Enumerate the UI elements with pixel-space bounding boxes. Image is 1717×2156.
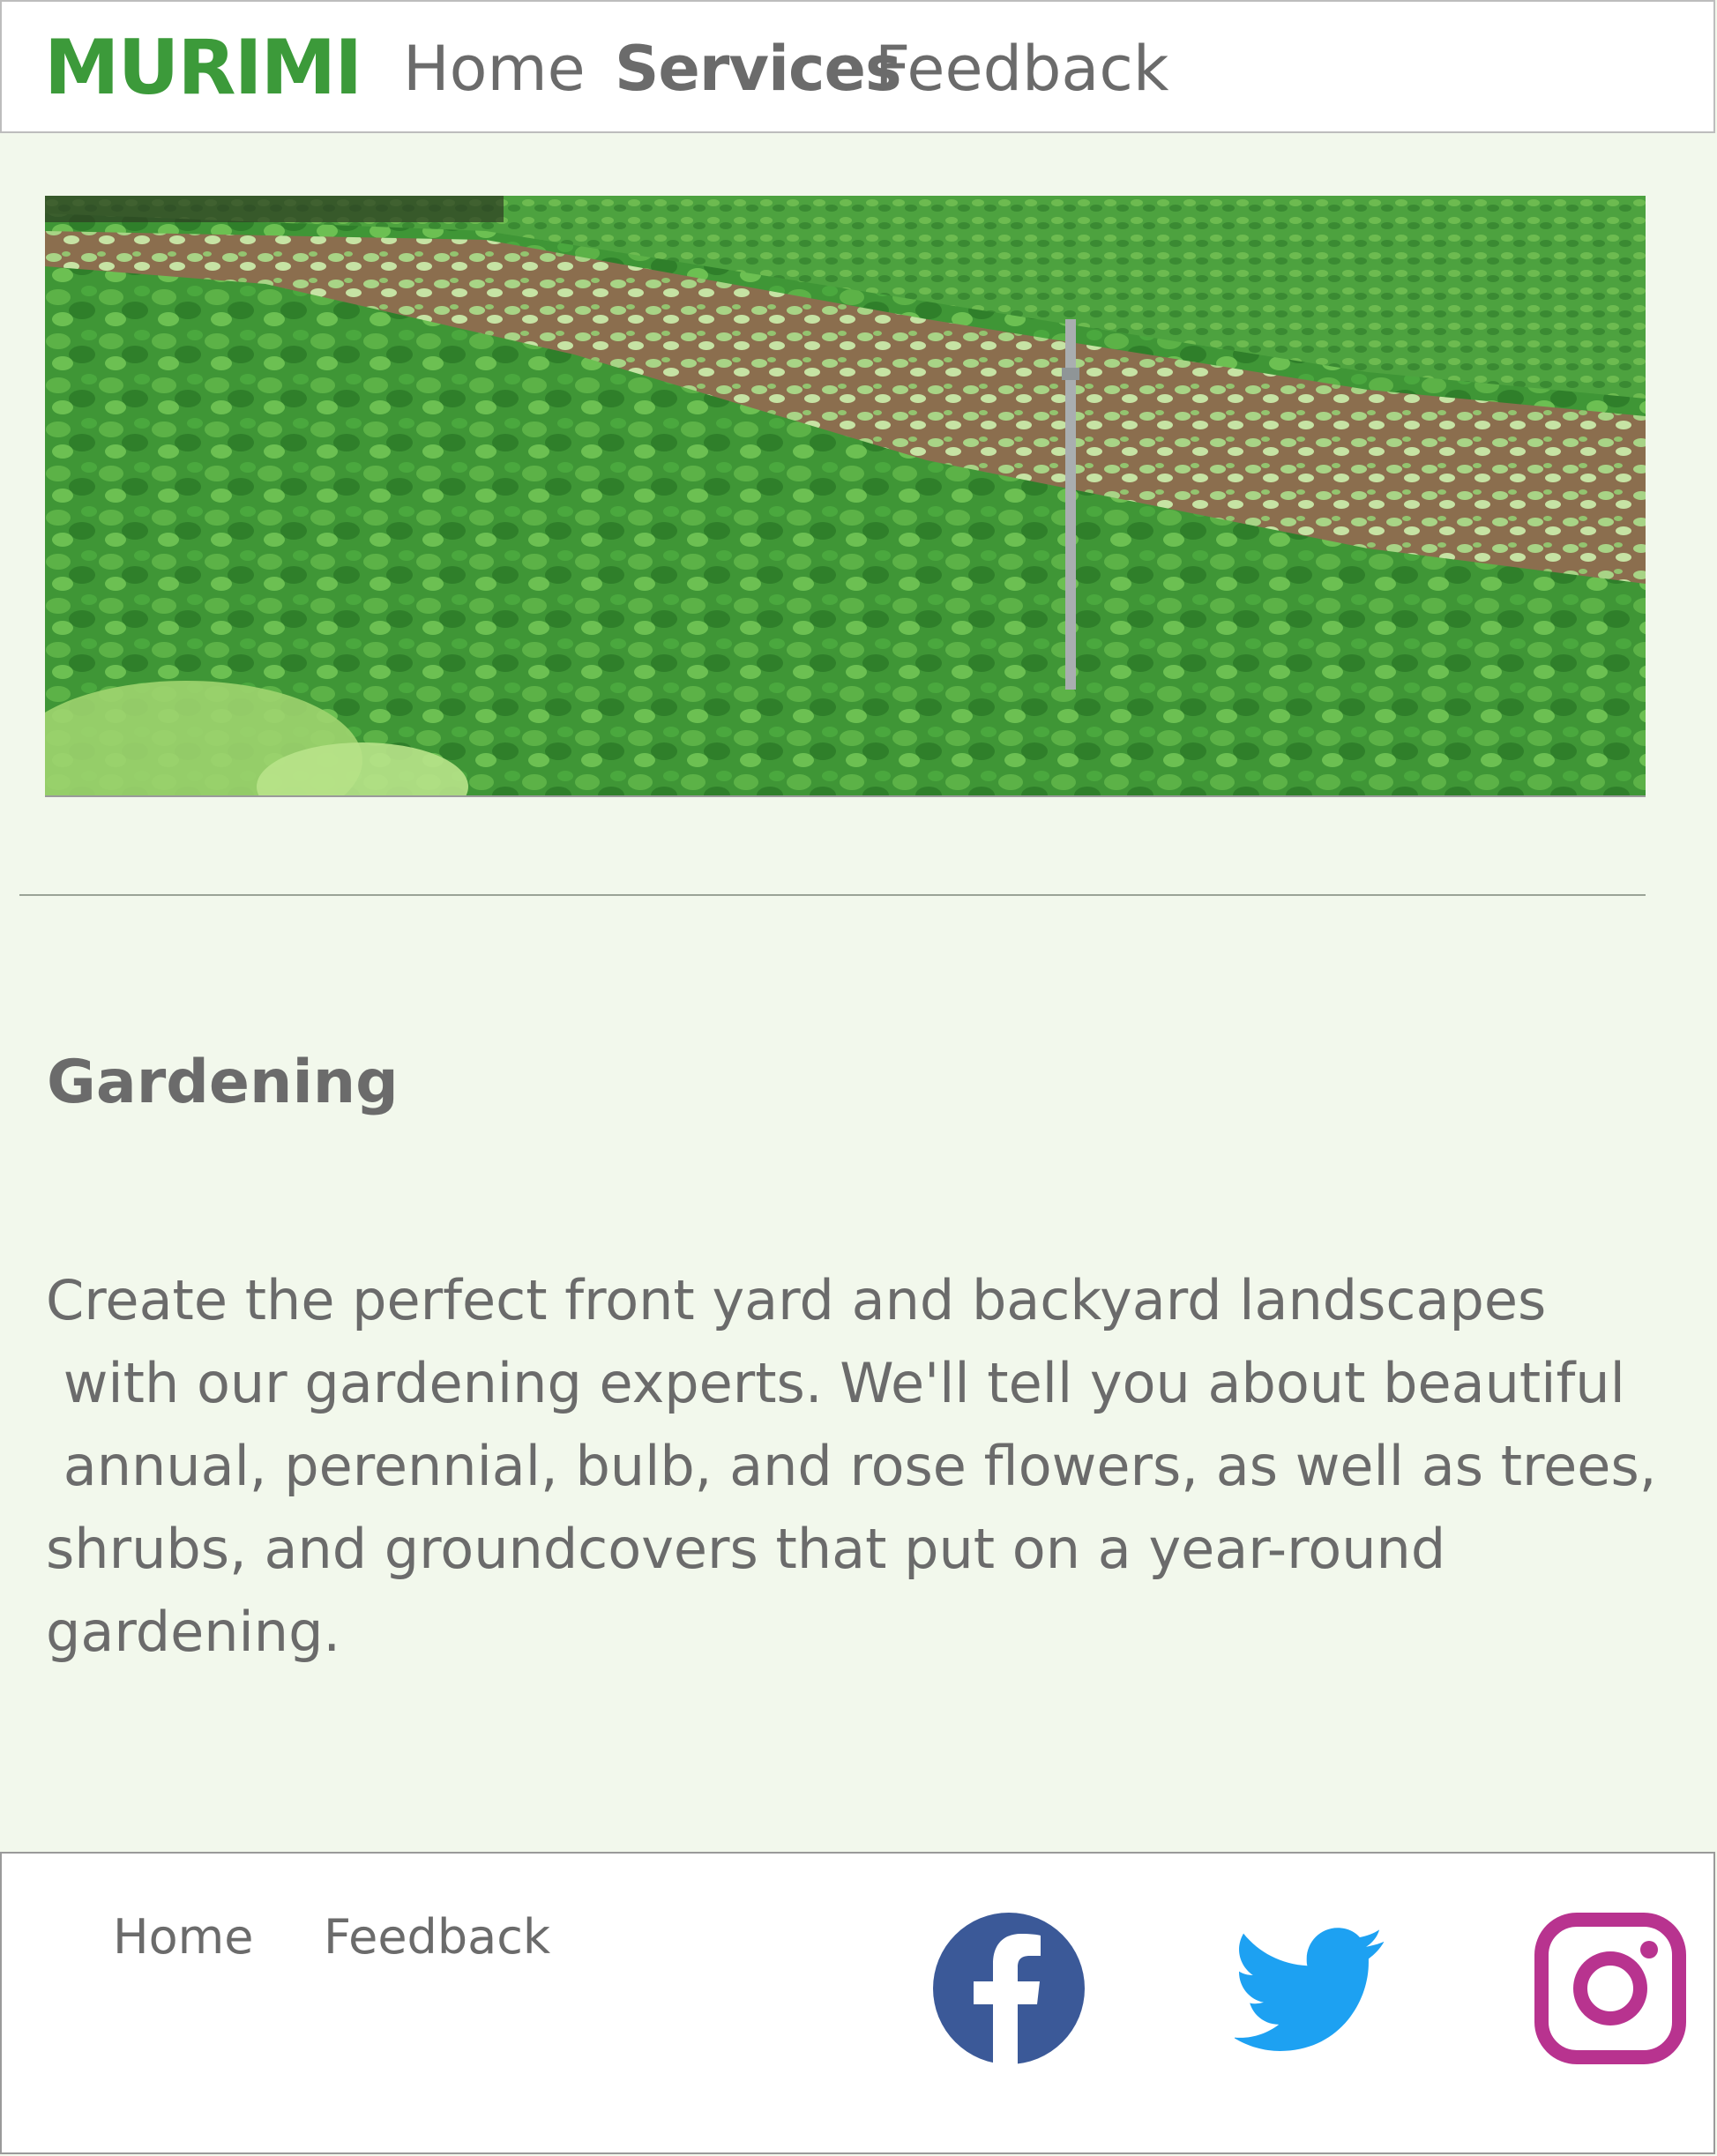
hero-garden-image: [45, 196, 1646, 797]
site-footer: Home Feedback: [0, 1852, 1715, 2154]
nav-home-link[interactable]: Home: [403, 34, 586, 104]
service-title: Gardening: [47, 1048, 399, 1117]
murimi-logo[interactable]: MURIMI: [44, 28, 362, 108]
description-line: Create the perfect front yard and backya…: [46, 1268, 1547, 1332]
description-line: shrubs, and groundcovers that put on a y…: [46, 1517, 1446, 1581]
site-header: MURIMI Home Services Feedback: [0, 0, 1715, 133]
service-description: Create the perfect front yard and backya…: [46, 1259, 1656, 1674]
twitter-icon[interactable]: [1232, 1913, 1386, 2064]
description-line: annual, perennial, bulb, and rose flower…: [46, 1434, 1657, 1498]
nav-services-link[interactable]: Services: [615, 34, 902, 104]
footer-home-link[interactable]: Home: [113, 1906, 253, 1968]
instagram-icon[interactable]: [1534, 1913, 1686, 2064]
description-line: with our gardening experts. We'll tell y…: [46, 1351, 1625, 1415]
facebook-icon[interactable]: [933, 1913, 1085, 2064]
description-line: gardening.: [46, 1600, 341, 1664]
nav-feedback-link[interactable]: Feedback: [875, 34, 1168, 104]
section-divider: [19, 894, 1646, 896]
footer-feedback-link[interactable]: Feedback: [324, 1906, 550, 1968]
